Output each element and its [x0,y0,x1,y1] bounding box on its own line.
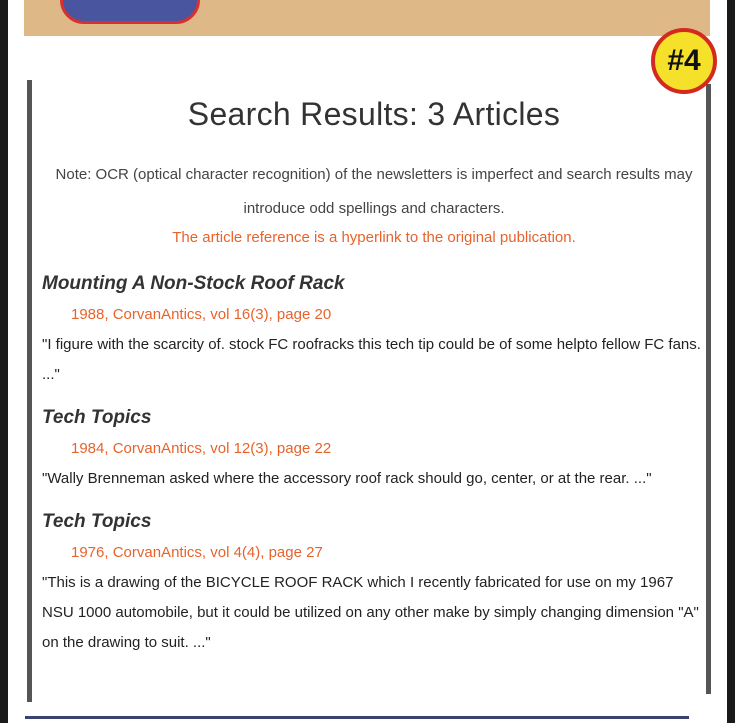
article-reference-link[interactable]: 1984, CorvanAntics, vol 12(3), page 22 [42,436,706,462]
article-title: Tech Topics [42,407,152,428]
banner-button[interactable] [60,0,200,24]
article-excerpt: "This is a drawing of the BICYCLE ROOF R… [42,574,699,651]
article-excerpt: "I figure with the scarcity of. stock FC… [42,336,701,383]
step-badge: #4 [651,28,717,94]
page-frame: #4 Search Results: 3 Articles Note: OCR … [8,0,727,723]
article-reference-link[interactable]: 1988, CorvanAntics, vol 16(3), page 20 [42,302,706,328]
top-banner [24,0,710,36]
article-title: Tech Topics [42,511,152,532]
search-results: Search Results: 3 Articles Note: OCR (op… [42,94,706,658]
bottom-rule [25,716,689,719]
article-reference-link[interactable]: 1976, CorvanAntics, vol 4(4), page 27 [42,540,706,566]
hyperlink-note: The article reference is a hyperlink to … [172,229,576,246]
left-border-bar [27,80,32,702]
page-title: Search Results: 3 Articles [187,96,561,132]
article-item: Mounting A Non-Stock Roof Rack 1988, Cor… [42,270,706,390]
article-excerpt: "Wally Brenneman asked where the accesso… [42,470,652,487]
article-title: Mounting A Non-Stock Roof Rack [42,273,345,294]
article-item: Tech Topics 1976, CorvanAntics, vol 4(4)… [42,508,706,658]
right-border-bar [706,84,711,694]
article-item: Tech Topics 1984, CorvanAntics, vol 12(3… [42,404,706,494]
ocr-note: Note: OCR (optical character recognition… [55,166,693,217]
